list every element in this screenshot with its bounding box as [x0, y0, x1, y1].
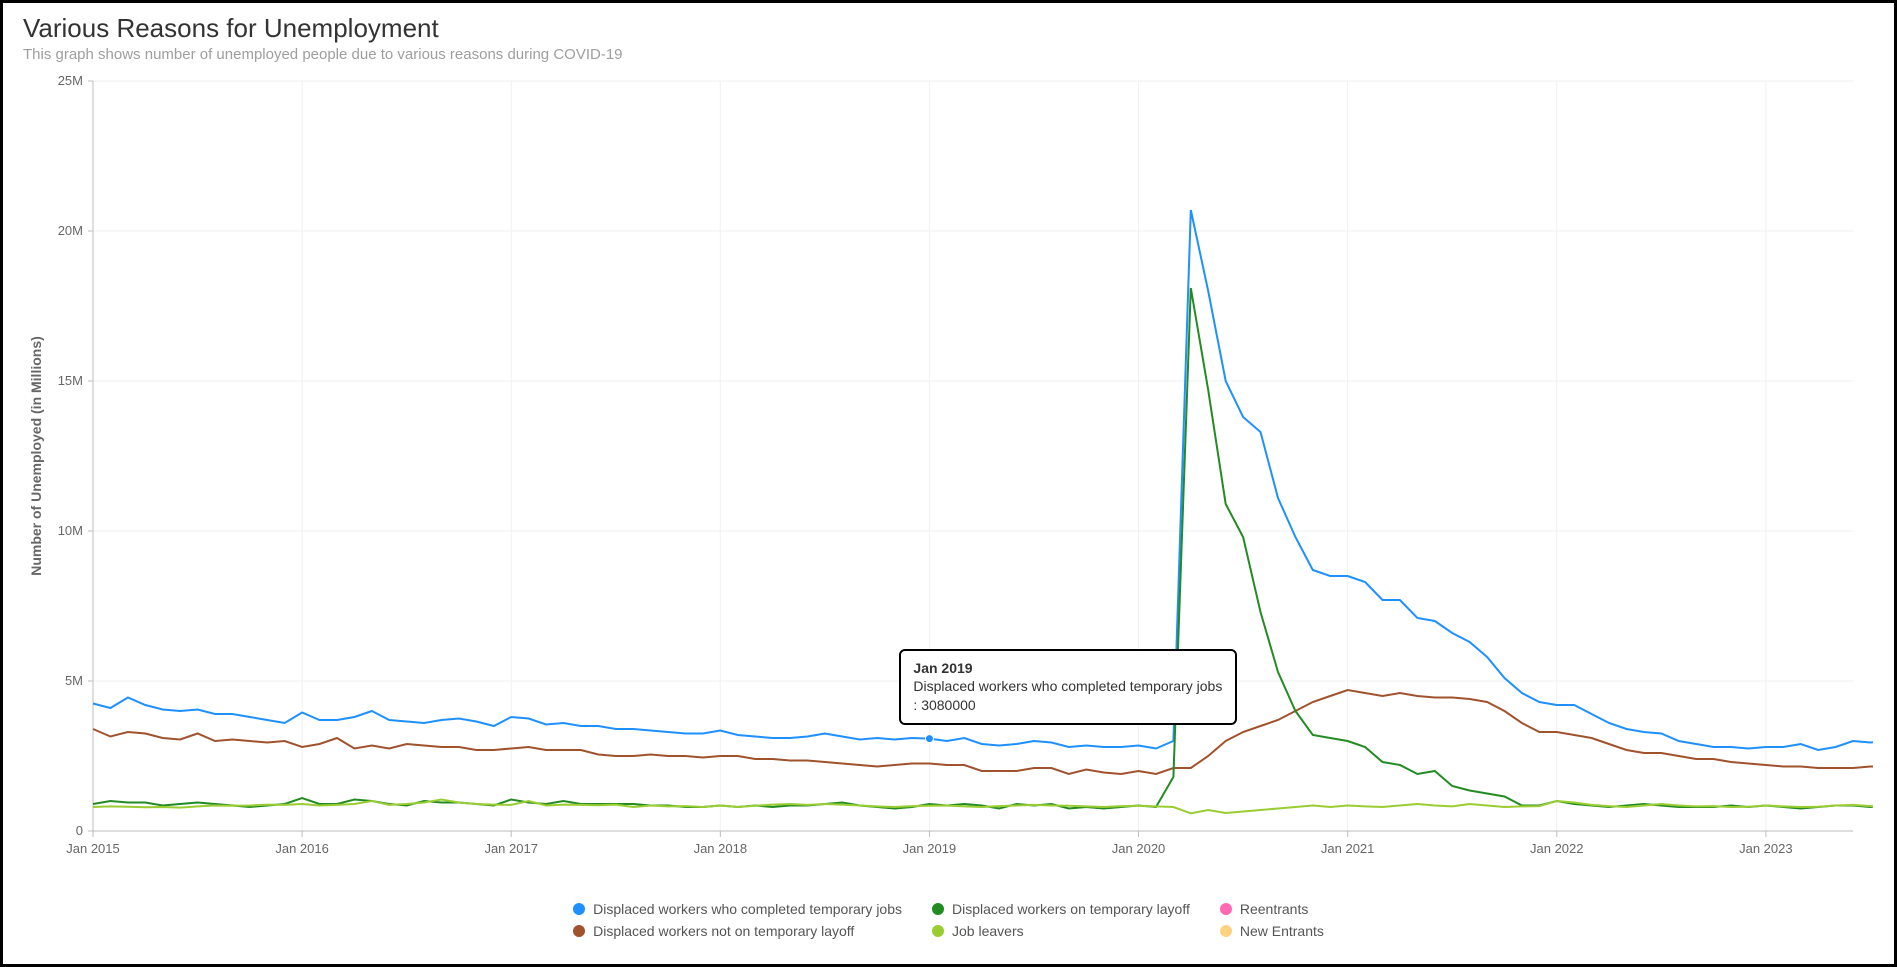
svg-text:10M: 10M	[58, 523, 83, 538]
svg-text:Jan 2015: Jan 2015	[66, 841, 120, 856]
chart-legend: Displaced workers who completed temporar…	[349, 901, 1549, 939]
svg-text:0: 0	[76, 823, 83, 838]
legend-label: Displaced workers not on temporary layof…	[593, 923, 854, 939]
series-line[interactable]	[93, 800, 1873, 814]
legend-item[interactable]: Displaced workers on temporary layoff	[932, 901, 1190, 917]
legend-item[interactable]: New Entrants	[1220, 923, 1324, 939]
legend-swatch	[573, 903, 585, 915]
svg-text:Jan 2020: Jan 2020	[1112, 841, 1166, 856]
svg-text:Jan 2018: Jan 2018	[694, 841, 748, 856]
svg-text:Jan 2021: Jan 2021	[1321, 841, 1375, 856]
legend-item[interactable]: Displaced workers not on temporary layof…	[573, 923, 902, 939]
legend-label: New Entrants	[1240, 923, 1324, 939]
legend-label: Displaced workers who completed temporar…	[593, 901, 902, 917]
chart-area[interactable]: 0 5M 10M 15M 20M 25M Jan 2015 Jan 2016 Jan 2017 J…	[23, 71, 1874, 901]
svg-text:Jan 2023: Jan 2023	[1739, 841, 1793, 856]
legend-item[interactable]: Reentrants	[1220, 901, 1324, 917]
hover-point	[925, 735, 933, 743]
legend-swatch	[1220, 903, 1232, 915]
chart-container: Various Reasons for Unemployment This gr…	[0, 0, 1897, 967]
legend-item[interactable]: Job leavers	[932, 923, 1190, 939]
svg-text:15M: 15M	[58, 373, 83, 388]
svg-text:Jan 2016: Jan 2016	[275, 841, 329, 856]
line-chart-svg[interactable]: 0 5M 10M 15M 20M 25M Jan 2015 Jan 2016 Jan 2017 J…	[23, 71, 1873, 871]
svg-text:25M: 25M	[58, 73, 83, 88]
series-line[interactable]	[93, 690, 1873, 774]
legend-label: Job leavers	[952, 923, 1024, 939]
legend-item[interactable]: Displaced workers who completed temporar…	[573, 901, 902, 917]
svg-text:Number of Unemployed (in Milli: Number of Unemployed (in Millions)	[28, 336, 44, 576]
legend-swatch	[573, 925, 585, 937]
series-line[interactable]	[93, 288, 1873, 809]
series-line[interactable]	[93, 210, 1873, 750]
svg-text:20M: 20M	[58, 223, 83, 238]
svg-text:Jan 2017: Jan 2017	[484, 841, 538, 856]
legend-label: Reentrants	[1240, 901, 1308, 917]
svg-text:5M: 5M	[65, 673, 83, 688]
svg-text:Jan 2022: Jan 2022	[1530, 841, 1584, 856]
legend-swatch	[1220, 925, 1232, 937]
chart-title: Various Reasons for Unemployment	[23, 13, 1874, 44]
legend-swatch	[932, 903, 944, 915]
legend-label: Displaced workers on temporary layoff	[952, 901, 1190, 917]
chart-subtitle: This graph shows number of unemployed pe…	[23, 46, 1874, 63]
legend-swatch	[932, 925, 944, 937]
svg-text:Jan 2019: Jan 2019	[903, 841, 957, 856]
